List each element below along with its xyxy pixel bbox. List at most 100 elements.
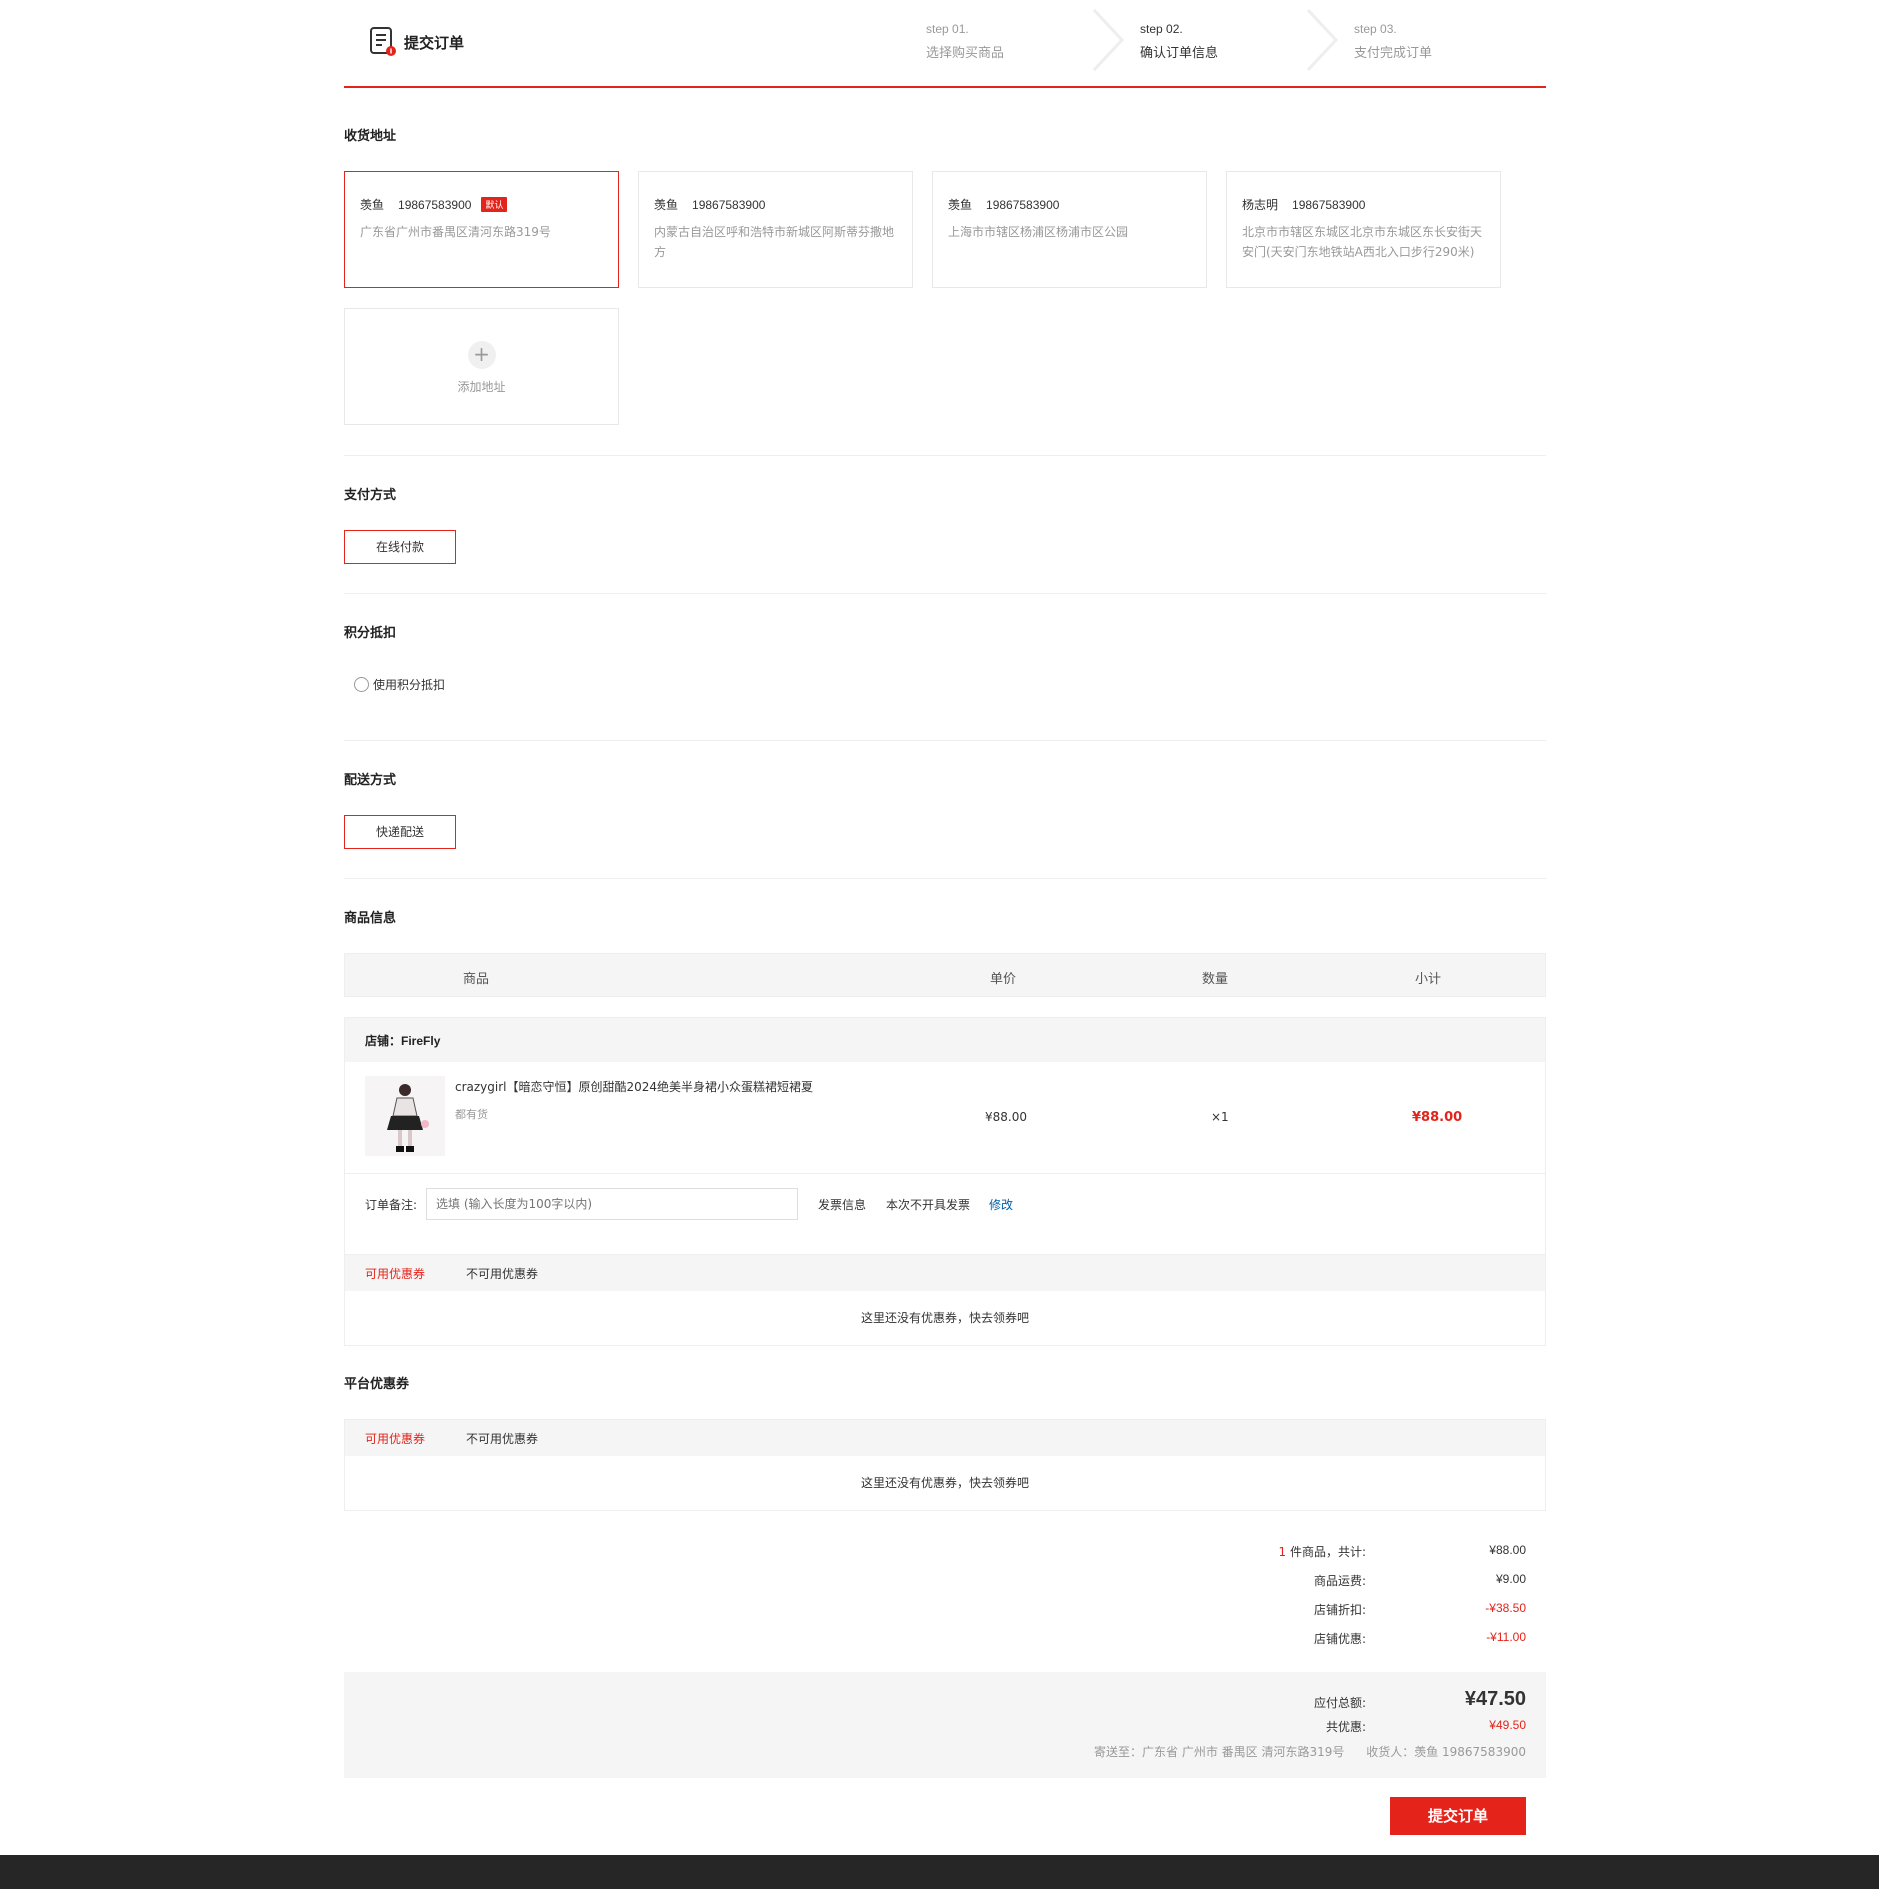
address-phone: 19867583900	[398, 197, 472, 212]
discount-value: -¥38.50	[1485, 1601, 1526, 1615]
address-detail: 上海市市辖区杨浦区杨浦市区公园	[948, 225, 1129, 239]
shop-order-box: 店铺：FireFly crazygirl【暗恋守恒】原创甜酷2024绝美半身裙小…	[344, 1017, 1546, 1346]
tab-available-coupons[interactable]: 可用优惠券	[365, 1265, 425, 1282]
platform-coupon-title: 平台优惠券	[344, 1377, 410, 1392]
col-subtotal: 小计	[1415, 972, 1442, 987]
platform-coupon-tabs: 可用优惠券 不可用优惠券	[345, 1420, 1545, 1456]
shop-name[interactable]: FireFly	[401, 1034, 440, 1048]
platform-coupon-box: 可用优惠券 不可用优惠券 这里还没有优惠券，快去领券吧	[344, 1419, 1546, 1511]
saved-value: ¥49.50	[1489, 1718, 1526, 1732]
tab-unavailable-coupons[interactable]: 不可用优惠券	[466, 1265, 538, 1282]
shop-coupon-value: -¥11.00	[1486, 1630, 1526, 1644]
payment-online-button[interactable]: 在线付款	[344, 530, 456, 564]
points-radio[interactable]	[354, 677, 369, 692]
saved-label: 共优惠:	[1325, 1720, 1366, 1734]
goods-table-header: 商品 单价 数量 小计	[344, 953, 1546, 997]
summary-freight: 商品运费: ¥9.00	[1126, 1572, 1526, 1592]
coupon-empty-text: 这里还没有优惠券，快去领券吧	[860, 1311, 1029, 1325]
step-3-name: 支付完成订单	[1354, 46, 1433, 61]
default-badge: 默认	[481, 197, 508, 212]
subtotal: ¥88.00	[1412, 1110, 1463, 1125]
payable-row: 应付总额: ¥47.50	[1126, 1688, 1526, 1710]
delivery-title: 配送方式	[344, 773, 397, 788]
step-2: step 02. 确认订单信息	[1118, 0, 1339, 86]
page-title: 提交订单	[404, 33, 465, 52]
goods-total-value: ¥88.00	[1489, 1543, 1526, 1557]
freight-value: ¥9.00	[1495, 1572, 1526, 1586]
address-card-4[interactable]: 杨志明 19867583900 北京市市辖区东城区北京市东城区东长安街天安门(天…	[1226, 171, 1501, 288]
tab-platform-available[interactable]: 可用优惠券	[365, 1430, 425, 1447]
remark-row: 订单备注: 发票信息 本次不开具发票 修改	[345, 1174, 1545, 1254]
receiver: 收货人：羡鱼 19867583900	[1366, 1745, 1526, 1759]
order-icon	[368, 26, 398, 58]
submit-order-button[interactable]: 提交订单	[1390, 1797, 1526, 1835]
address-card-1[interactable]: 羡鱼 19867583900 默认 广东省广州市番禺区清河东路319号	[344, 171, 619, 288]
ship-info: 寄送至：广东省 广州市 番禺区 清河东路319号 收货人：羡鱼 19867583…	[1094, 1743, 1526, 1760]
plus-icon: +	[467, 341, 496, 369]
address-card-3[interactable]: 羡鱼 19867583900 上海市市辖区杨浦区杨浦市区公园	[932, 171, 1207, 288]
total-box: 应付总额: ¥47.50 共优惠: ¥49.50 寄送至：广东省 广州市 番禺区…	[344, 1672, 1546, 1778]
delivery-express-button[interactable]: 快递配送	[344, 815, 456, 849]
invoice-label: 发票信息	[818, 1198, 867, 1212]
divider	[344, 740, 1546, 741]
payable-value: ¥47.50	[1464, 1688, 1526, 1710]
shop-coupon-label: 店铺优惠:	[1313, 1632, 1366, 1646]
remark-input[interactable]	[426, 1188, 798, 1220]
address-card-2[interactable]: 羡鱼 19867583900 内蒙古自治区呼和浩特市新城区阿斯蒂芬撒地方	[638, 171, 913, 288]
shop-header: 店铺：FireFly	[345, 1018, 1545, 1062]
saved-row: 共优惠: ¥49.50	[1126, 1718, 1526, 1738]
payment-title: 支付方式	[344, 488, 397, 503]
step-3-num: step 03.	[1354, 22, 1397, 36]
step-indicator: step 01. 选择购买商品 step 02. 确认订单信息 step 03.…	[904, 0, 1546, 86]
invoice-edit-link[interactable]: 修改	[989, 1196, 1013, 1213]
step-1: step 01. 选择购买商品	[904, 0, 1125, 86]
shop-coupon-box: 可用优惠券 不可用优惠券 这里还没有优惠券，快去领券吧	[345, 1254, 1545, 1345]
points-radio-row[interactable]: 使用积分抵扣	[354, 676, 445, 693]
invoice-value: 本次不开具发票	[886, 1198, 971, 1212]
unit-price: ¥88.00	[985, 1110, 1027, 1124]
address-detail: 北京市市辖区东城区北京市东城区东长安街天安门(天安门东地铁站A西北入口步行290…	[1242, 225, 1483, 259]
address-name: 羡鱼	[360, 198, 385, 212]
address-title: 收货地址	[344, 129, 397, 144]
summary-discount: 店铺折扣: -¥38.50	[1126, 1601, 1526, 1621]
col-goods: 商品	[463, 972, 490, 987]
footer-bar	[0, 1855, 1879, 1889]
goods-count-label: 件商品，共计:	[1286, 1545, 1366, 1559]
address-name: 杨志明	[1242, 198, 1279, 212]
step-3: step 03. 支付完成订单	[1332, 0, 1546, 86]
table-row: crazygirl【暗恋守恒】原创甜酷2024绝美半身裙小众蛋糕裙短裙夏 都有货…	[345, 1062, 1545, 1174]
divider	[344, 455, 1546, 456]
add-address-button[interactable]: + 添加地址	[344, 308, 619, 425]
tab-platform-unavailable[interactable]: 不可用优惠券	[466, 1430, 538, 1447]
address-phone: 19867583900	[1292, 197, 1366, 212]
add-address-label: 添加地址	[457, 380, 506, 394]
logo: 提交订单	[368, 26, 464, 58]
discount-label: 店铺折扣:	[1313, 1603, 1366, 1617]
address-name: 羡鱼	[654, 198, 679, 212]
shop-label: 店铺：	[365, 1034, 402, 1048]
product-image[interactable]	[365, 1076, 445, 1156]
col-price: 单价	[990, 972, 1017, 987]
checkout-page: 提交订单 step 01. 选择购买商品 step 02. 确认订单信息 ste…	[344, 0, 1546, 1835]
divider	[344, 593, 1546, 594]
freight-label: 商品运费:	[1313, 1574, 1366, 1588]
address-name: 羡鱼	[948, 198, 973, 212]
shop-coupon-tabs: 可用优惠券 不可用优惠券	[345, 1255, 1545, 1291]
quantity: ×1	[1211, 1110, 1229, 1124]
divider	[344, 878, 1546, 879]
points-label: 使用积分抵扣	[373, 678, 446, 692]
goods-count: 1	[1278, 1545, 1287, 1559]
address-phone: 19867583900	[986, 197, 1060, 212]
page-header: 提交订单 step 01. 选择购买商品 step 02. 确认订单信息 ste…	[344, 0, 1546, 88]
address-phone: 19867583900	[692, 197, 766, 212]
product-title[interactable]: crazygirl【暗恋守恒】原创甜酷2024绝美半身裙小众蛋糕裙短裙夏	[455, 1078, 813, 1095]
summary-goods-total: 1 件商品，共计: ¥88.00	[1126, 1543, 1527, 1563]
ship-to: 寄送至：广东省 广州市 番禺区 清河东路319号	[1094, 1745, 1345, 1759]
remark-label: 订单备注:	[365, 1198, 418, 1212]
col-qty: 数量	[1202, 972, 1229, 987]
stock-status: 都有货	[455, 1108, 488, 1121]
platform-coupon-empty-text: 这里还没有优惠券，快去领券吧	[860, 1476, 1029, 1490]
points-title: 积分抵扣	[344, 626, 397, 641]
address-detail: 广东省广州市番禺区清河东路319号	[360, 225, 551, 239]
goods-title: 商品信息	[344, 911, 397, 926]
